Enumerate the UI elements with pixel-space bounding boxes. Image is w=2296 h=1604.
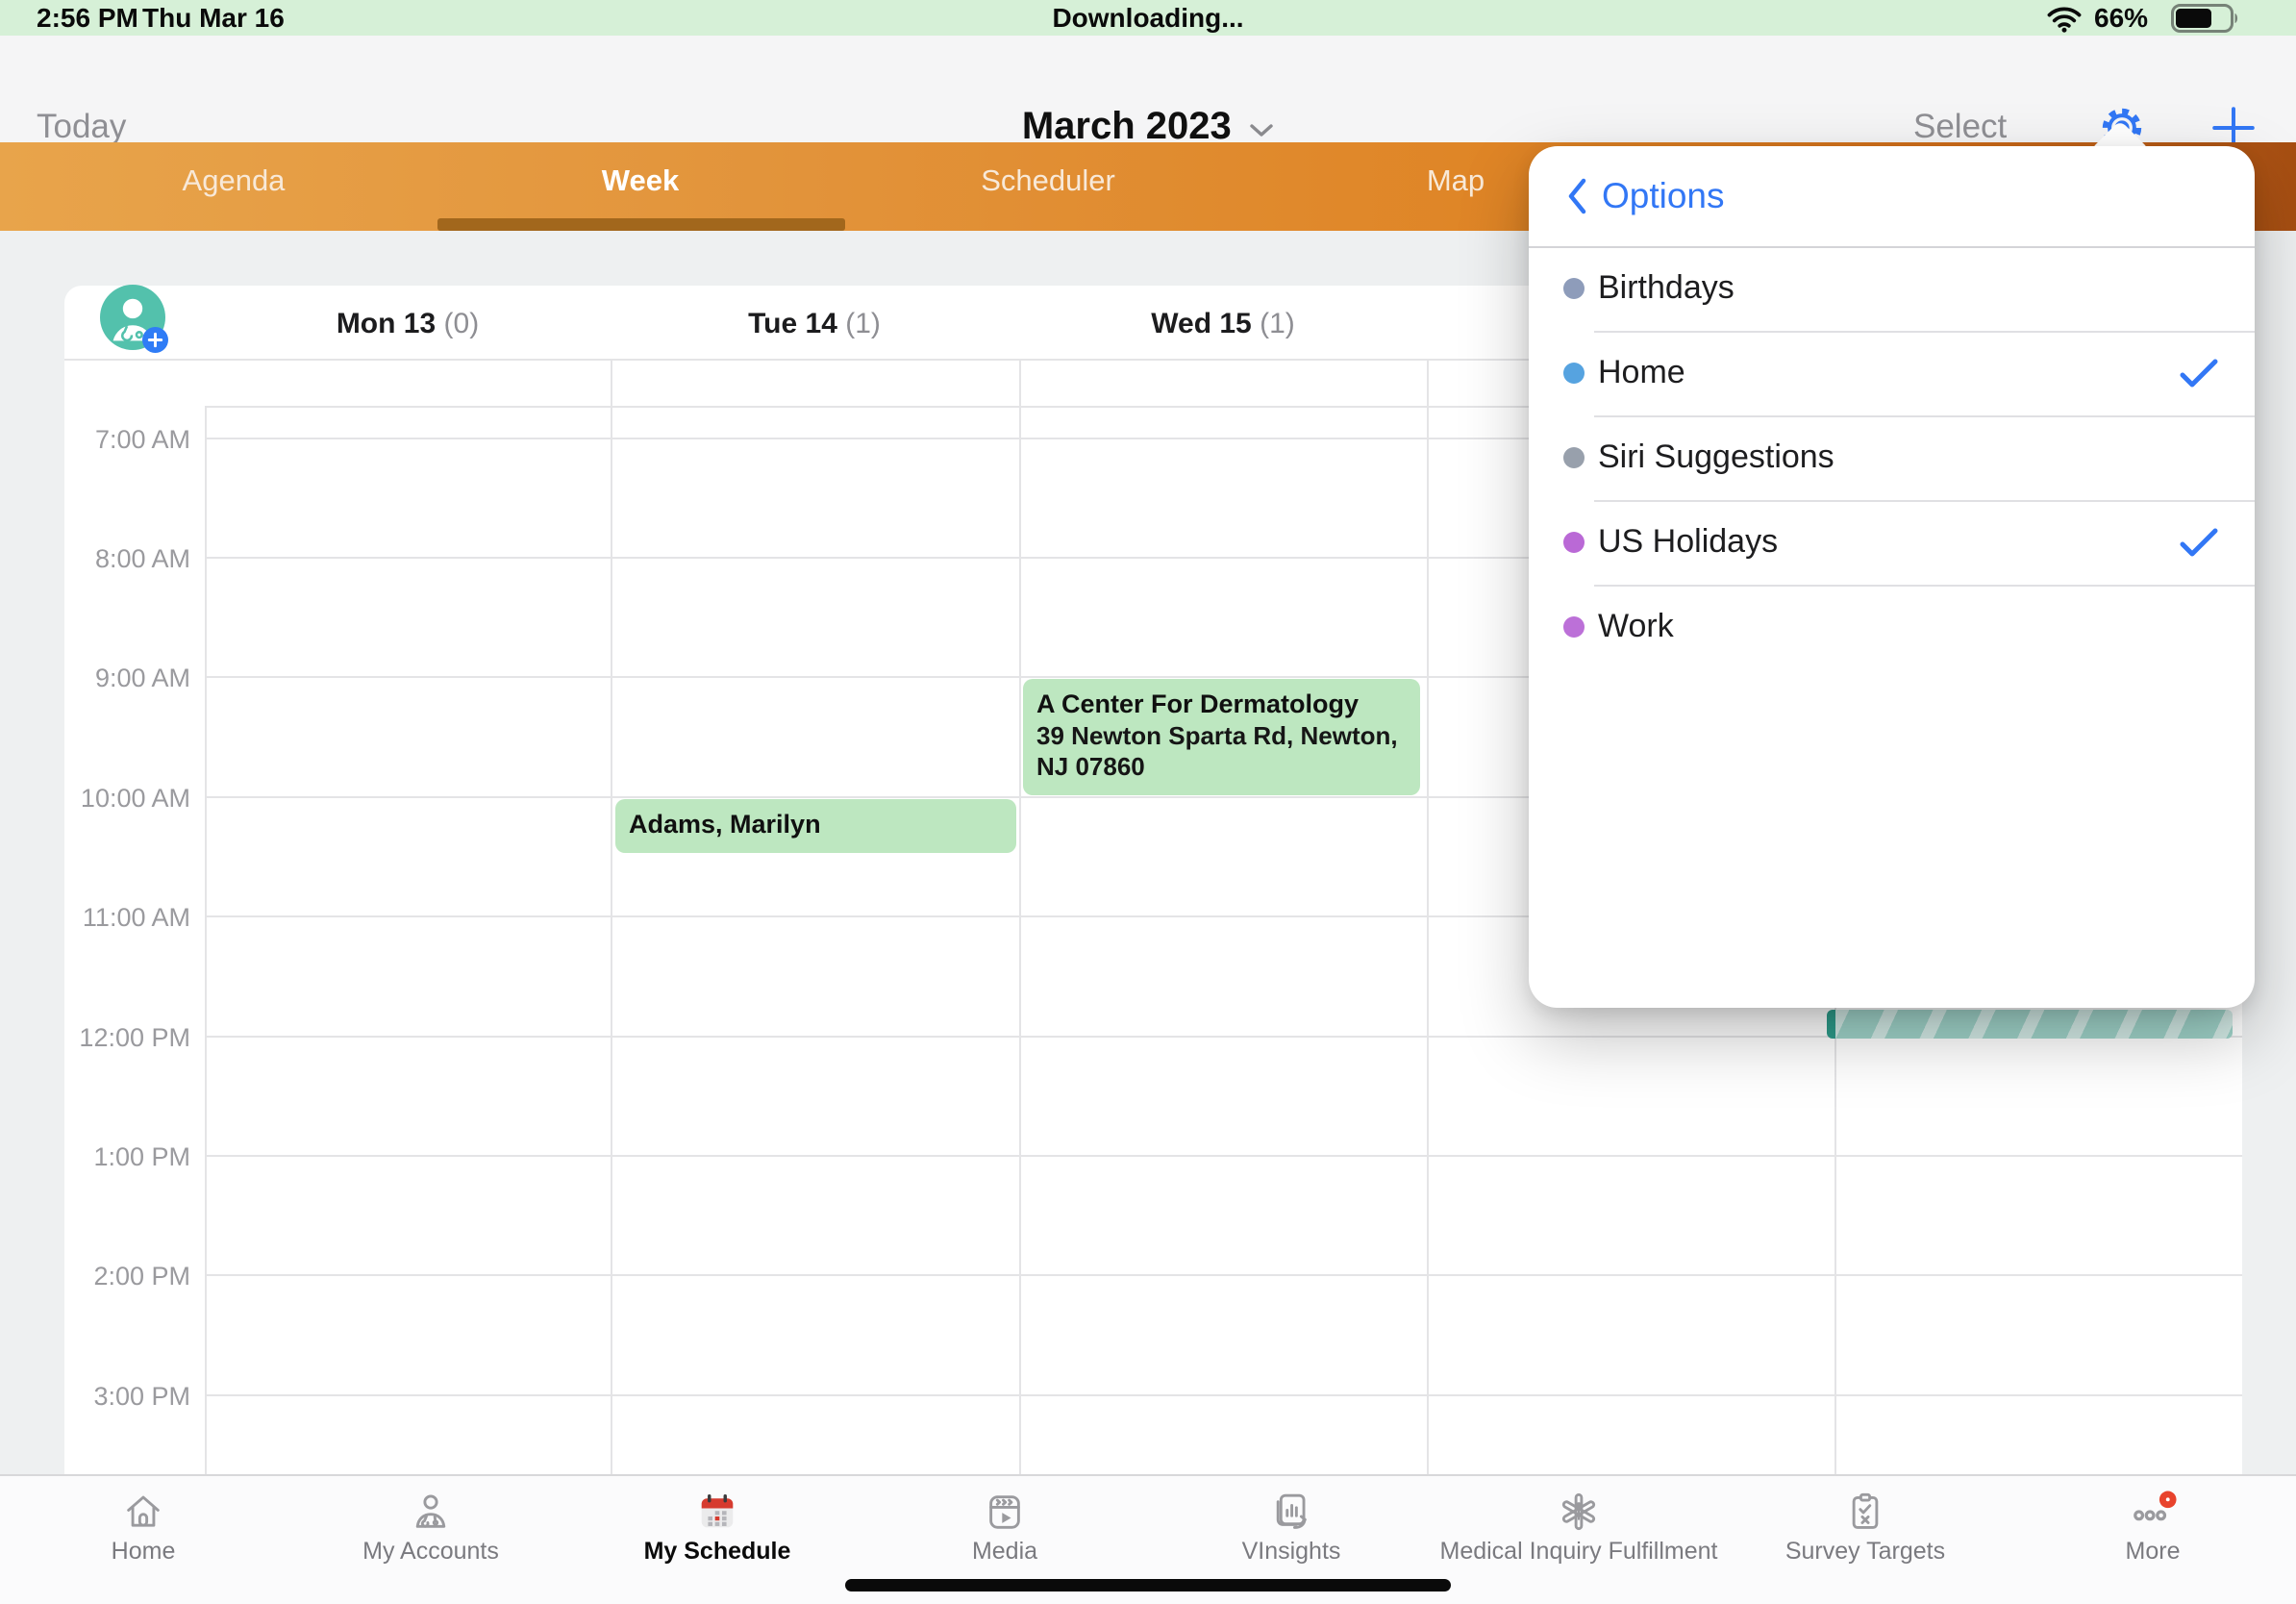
home-icon: [121, 1490, 165, 1534]
checkmark-icon: [2179, 527, 2219, 560]
active-tab-underline: [437, 218, 845, 231]
tab-agenda[interactable]: Agenda: [89, 163, 378, 198]
calendar-color-dot: [1563, 447, 1585, 468]
grid-line: [611, 359, 612, 1474]
time-label: 1:00 PM: [56, 1143, 190, 1170]
option-label: Siri Suggestions: [1598, 439, 1834, 476]
popover-back-button[interactable]: Options: [1565, 175, 1725, 217]
bottomnav-home[interactable]: Home: [0, 1480, 287, 1595]
app-screen: 2:56 PM Thu Mar 16 Downloading... 66% To…: [0, 0, 2296, 1604]
bottomnav-my-schedule[interactable]: My Schedule: [574, 1480, 861, 1595]
time-label: 12:00 PM: [56, 1024, 190, 1051]
today-button[interactable]: Today: [37, 108, 126, 146]
grid-line: [205, 1155, 2242, 1157]
add-attendee-badge-icon: [142, 327, 168, 353]
bottomnav-vinsights[interactable]: VInsights: [1148, 1480, 1435, 1595]
survey-targets-icon: [1843, 1490, 1887, 1534]
time-label: 2:00 PM: [56, 1263, 190, 1290]
calendar-color-dot: [1563, 278, 1585, 299]
grid-line: [1427, 359, 1429, 1474]
avatar[interactable]: [100, 285, 165, 350]
bottomnav-media[interactable]: Media: [861, 1480, 1148, 1595]
calendar-option-birthdays[interactable]: Birthdays: [1529, 246, 2255, 331]
day-header-mon[interactable]: Mon 13 (0): [215, 306, 600, 342]
bottomnav-label: Home: [112, 1538, 176, 1566]
bottomnav-label: Survey Targets: [1785, 1538, 1945, 1566]
day-label: Wed 15: [1151, 308, 1252, 339]
calendar-option-siri-suggestions[interactable]: Siri Suggestions: [1529, 415, 2255, 500]
bottomnav-label: More: [2126, 1538, 2181, 1566]
calendar-option-us-holidays[interactable]: US Holidays: [1529, 500, 2255, 585]
bottomnav-label: Media: [972, 1538, 1037, 1566]
day-count: (1): [1260, 308, 1295, 339]
grid-line: [205, 406, 207, 1474]
my-schedule-icon: [695, 1490, 739, 1534]
calendar-color-dot: [1563, 616, 1585, 638]
time-label: 10:00 AM: [56, 785, 190, 812]
bottomnav-label: My Schedule: [644, 1538, 791, 1566]
time-label: 9:00 AM: [56, 664, 190, 691]
more-icon: [2128, 1490, 2178, 1534]
option-label: Home: [1598, 354, 1685, 391]
nav-bar: Today March 2023 Select: [0, 36, 2296, 142]
chevron-left-icon: [1565, 177, 1588, 215]
day-header-tue[interactable]: Tue 14 (1): [622, 306, 1007, 342]
time-label: 11:00 AM: [56, 904, 190, 931]
select-button[interactable]: Select: [1913, 108, 2007, 146]
tab-scheduler[interactable]: Scheduler: [904, 163, 1192, 198]
my-accounts-icon: [409, 1490, 453, 1534]
home-indicator[interactable]: [845, 1579, 1451, 1591]
time-label: 8:00 AM: [56, 545, 190, 572]
calendar-option-work[interactable]: Work: [1529, 585, 2255, 669]
bottomnav-more[interactable]: More: [2009, 1480, 2296, 1595]
tab-week[interactable]: Week: [496, 163, 785, 198]
option-label: Work: [1598, 608, 1674, 645]
grid-line: [1019, 359, 1021, 1474]
status-bar: 2:56 PM Thu Mar 16 Downloading... 66%: [0, 0, 2296, 36]
calendar-color-dot: [1563, 363, 1585, 384]
option-label: US Holidays: [1598, 523, 1778, 561]
event-address: 39 Newton Sparta Rd, Newton, NJ 07860: [1036, 720, 1414, 782]
calendar-color-dot: [1563, 532, 1585, 553]
event-adams-marilyn[interactable]: Adams, Marilyn: [615, 799, 1016, 853]
checkmark-icon: [2179, 358, 2219, 390]
bottomnav-label: My Accounts: [362, 1538, 499, 1566]
bottomnav-label: Medical Inquiry Fulfillment: [1440, 1538, 1718, 1566]
chevron-down-icon: [1249, 122, 1274, 138]
event-title: A Center For Dermatology: [1036, 689, 1414, 720]
medical-inquiry-icon: [1557, 1490, 1601, 1534]
battery-icon: [2171, 4, 2242, 33]
vinsights-icon: [1269, 1490, 1313, 1534]
grid-line: [205, 1274, 2242, 1276]
month-title: March 2023: [1022, 105, 1232, 147]
day-header-wed[interactable]: Wed 15 (1): [1031, 306, 1415, 342]
popover-title: Options: [1602, 176, 1725, 216]
day-label: Mon 13: [337, 308, 436, 339]
event-block-striped[interactable]: [1827, 1010, 2233, 1039]
event-title: Adams, Marilyn: [629, 809, 1011, 840]
day-label: Tue 14: [748, 308, 837, 339]
bottomnav-label: VInsights: [1242, 1538, 1341, 1566]
status-activity: Downloading...: [0, 3, 2296, 34]
time-label: 3:00 PM: [56, 1383, 190, 1410]
bottomnav-my-accounts[interactable]: My Accounts: [287, 1480, 574, 1595]
bottomnav-survey-targets[interactable]: Survey Targets: [1722, 1480, 2009, 1595]
day-count: (1): [845, 308, 881, 339]
event-dermatology[interactable]: A Center For Dermatology 39 Newton Spart…: [1023, 679, 1420, 795]
grid-line: [205, 1394, 2242, 1396]
battery-percent: 66%: [2094, 3, 2148, 34]
calendar-option-home[interactable]: Home: [1529, 331, 2255, 415]
day-count: (0): [444, 308, 480, 339]
wifi-icon: [2046, 6, 2083, 33]
bottomnav-medical-inquiry-fulfillment[interactable]: Medical Inquiry Fulfillment: [1435, 1480, 1722, 1595]
media-icon: [983, 1490, 1027, 1534]
option-label: Birthdays: [1598, 269, 1734, 307]
time-label: 7:00 AM: [56, 426, 190, 453]
